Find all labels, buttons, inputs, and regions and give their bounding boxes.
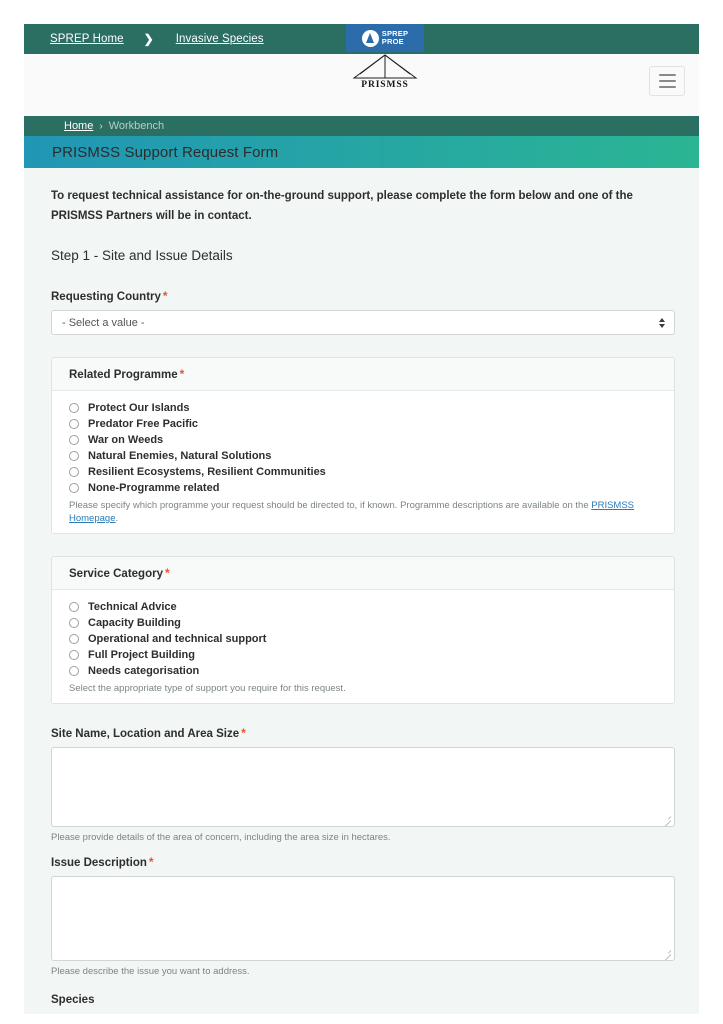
- page-root: SPREP Home ❯ Invasive Species SPREP PROE: [0, 0, 723, 1024]
- species-label: Species: [51, 994, 95, 1006]
- requesting-country-field: - Select a value -: [51, 310, 675, 335]
- radio-icon: [69, 650, 79, 660]
- issue-description-helper: Please describe the issue you want to ad…: [51, 966, 250, 977]
- related-programme-options: Protect Our Islands Predator Free Pacifi…: [52, 391, 674, 533]
- page-title: PRISMSS Support Request Form: [24, 136, 699, 168]
- site-name-label: Site Name, Location and Area Size *: [51, 726, 675, 740]
- requesting-country-label: Requesting Country *: [51, 289, 675, 303]
- radio-programme-1[interactable]: Predator Free Pacific: [69, 418, 657, 430]
- radio-programme-5[interactable]: None-Programme related: [69, 482, 657, 494]
- radio-service-1[interactable]: Capacity Building: [69, 617, 657, 629]
- issue-description-textarea[interactable]: [51, 876, 675, 961]
- radio-programme-3[interactable]: Natural Enemies, Natural Solutions: [69, 450, 657, 462]
- radio-label: Resilient Ecosystems, Resilient Communit…: [88, 466, 326, 478]
- radio-label: Full Project Building: [88, 649, 195, 661]
- radio-label: Technical Advice: [88, 601, 177, 613]
- hamburger-bar-3: [658, 86, 676, 88]
- related-programme-helper: Please specify which programme your requ…: [69, 499, 657, 525]
- form-body: To request technical assistance for on-t…: [24, 168, 699, 1014]
- resize-handle-icon[interactable]: [662, 814, 672, 824]
- resize-handle-icon[interactable]: [662, 948, 672, 958]
- step-heading: Step 1 - Site and Issue Details: [51, 248, 233, 263]
- hamburger-bar-2: [658, 80, 676, 82]
- radio-label: Natural Enemies, Natural Solutions: [88, 450, 272, 462]
- invasive-species-link[interactable]: Invasive Species: [176, 33, 264, 45]
- radio-programme-4[interactable]: Resilient Ecosystems, Resilient Communit…: [69, 466, 657, 478]
- issue-description-label: Issue Description *: [51, 855, 675, 869]
- radio-service-3[interactable]: Full Project Building: [69, 649, 657, 661]
- site-name-textarea[interactable]: [51, 747, 675, 827]
- breadcrumb: Home › Workbench: [24, 116, 699, 136]
- required-marker: *: [179, 367, 185, 381]
- related-programme-legend: Related Programme *: [52, 358, 674, 391]
- required-marker: *: [164, 566, 170, 580]
- radio-icon: [69, 483, 79, 493]
- radio-programme-2[interactable]: War on Weeds: [69, 434, 657, 446]
- radio-service-0[interactable]: Technical Advice: [69, 601, 657, 613]
- issue-description-label-text: Issue Description: [51, 857, 147, 869]
- radio-label: None-Programme related: [88, 482, 220, 494]
- radio-icon: [69, 618, 79, 628]
- site-name-helper: Please provide details of the area of co…: [51, 832, 391, 843]
- service-category-helper: Select the appropriate type of support y…: [69, 683, 346, 694]
- breadcrumb-current: Workbench: [108, 120, 165, 132]
- requesting-country-label-text: Requesting Country: [51, 291, 161, 303]
- radio-label: War on Weeds: [88, 434, 164, 446]
- intro-text: To request technical assistance for on-t…: [51, 190, 633, 222]
- site-name-field: Site Name, Location and Area Size * Pleas…: [51, 726, 675, 843]
- radio-label: Needs categorisation: [88, 665, 200, 677]
- radio-icon: [69, 602, 79, 612]
- helper-suffix: .: [115, 513, 119, 524]
- site-name-label-text: Site Name, Location and Area Size: [51, 728, 240, 740]
- radio-label: Protect Our Islands: [88, 402, 190, 414]
- service-category-fieldset: Service Category * Technical Advice Capac…: [51, 556, 675, 704]
- requesting-country-select[interactable]: - Select a value -: [51, 310, 675, 335]
- radio-icon: [69, 419, 79, 429]
- top-navigation-bar: SPREP Home ❯ Invasive Species: [24, 24, 699, 54]
- related-programme-legend-text: Related Programme: [69, 369, 178, 381]
- issue-description-field: Issue Description * Please describe the i…: [51, 855, 675, 977]
- nav-chevron-icon: ❯: [143, 32, 154, 46]
- header-band: [24, 54, 699, 116]
- hamburger-bar-1: [658, 74, 676, 76]
- service-category-legend-text: Service Category: [69, 568, 163, 580]
- radio-label: Predator Free Pacific: [88, 418, 199, 430]
- service-category-legend: Service Category *: [52, 557, 674, 590]
- radio-icon: [69, 666, 79, 676]
- required-marker: *: [162, 289, 168, 303]
- radio-label: Operational and technical support: [88, 633, 267, 645]
- radio-service-4[interactable]: Needs categorisation: [69, 665, 657, 677]
- related-programme-fieldset: Related Programme * Protect Our Islands P…: [51, 357, 675, 534]
- site-frame: SPREP Home ❯ Invasive Species SPREP PROE: [24, 24, 699, 1014]
- required-marker: *: [241, 726, 246, 740]
- radio-icon: [69, 634, 79, 644]
- radio-icon: [69, 451, 79, 461]
- hamburger-menu-button[interactable]: [649, 66, 685, 96]
- radio-icon: [69, 435, 79, 445]
- radio-programme-0[interactable]: Protect Our Islands: [69, 402, 657, 414]
- radio-icon: [69, 467, 79, 477]
- radio-icon: [69, 403, 79, 413]
- radio-label: Capacity Building: [88, 617, 181, 629]
- radio-service-2[interactable]: Operational and technical support: [69, 633, 657, 645]
- service-category-options: Technical Advice Capacity Building Opera…: [52, 590, 674, 703]
- helper-prefix: Please specify which programme your requ…: [69, 500, 592, 511]
- requesting-country-selected-value: - Select a value -: [62, 316, 145, 329]
- required-marker: *: [148, 855, 154, 869]
- sprep-home-link[interactable]: SPREP Home: [50, 33, 124, 45]
- breadcrumb-home-link[interactable]: Home: [64, 120, 93, 132]
- breadcrumb-chevron-icon: ›: [99, 120, 103, 132]
